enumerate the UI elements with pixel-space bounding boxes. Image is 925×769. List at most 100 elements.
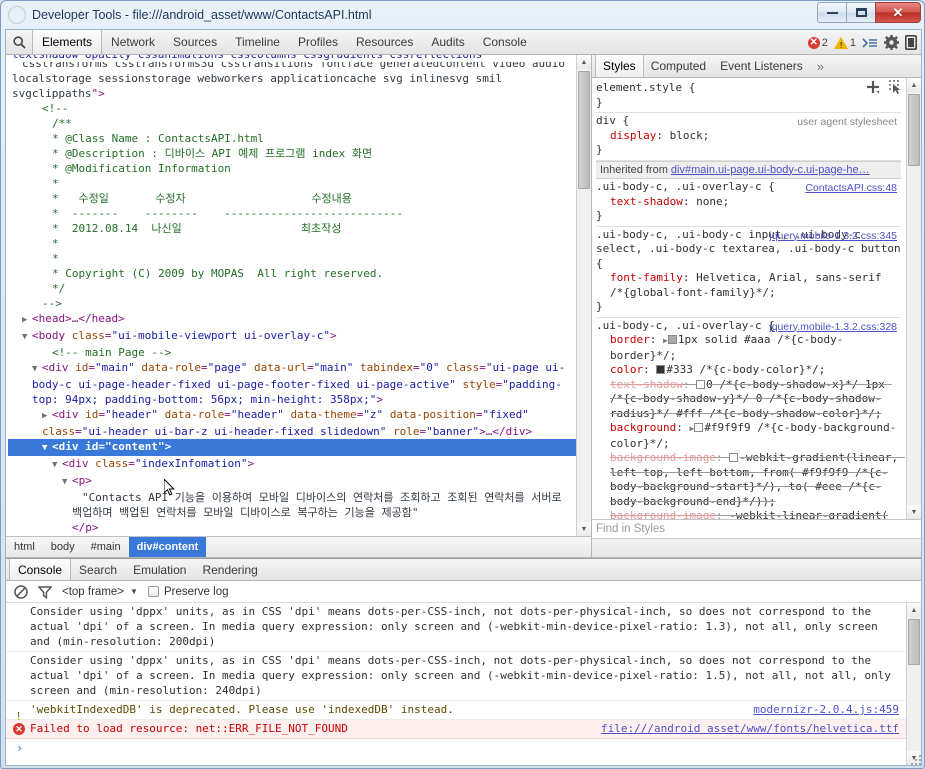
style-rule[interactable]: div {user agent stylesheetdisplay: block… — [596, 113, 901, 161]
dom-tree-scrollbar[interactable]: ▲ ▼ — [576, 55, 591, 536]
color-swatch[interactable] — [729, 453, 738, 462]
style-rule-selector[interactable]: .ui-body-c, .ui-overlay-c {jquery.mobile… — [596, 319, 901, 334]
style-rule[interactable]: .ui-body-c, .ui-overlay-c {jquery.mobile… — [596, 318, 901, 521]
tree-disclosure-triangle[interactable] — [22, 313, 32, 328]
dom-tree-line[interactable]: * — [8, 251, 578, 266]
dom-tree-line[interactable]: <head>…</head> — [8, 311, 578, 328]
console-scroll-thumb[interactable] — [908, 619, 920, 665]
color-swatch[interactable] — [668, 335, 677, 344]
tab-sources[interactable]: Sources — [164, 30, 226, 54]
toggle-drawer-icon[interactable] — [862, 37, 878, 49]
scroll-down-icon[interactable]: ▼ — [577, 522, 591, 536]
console-scroll-up-icon[interactable]: ▲ — [907, 603, 921, 617]
inherited-from-link[interactable]: div#main.ui-page.ui-body-c.ui-page-he… — [671, 164, 870, 176]
filter-icon[interactable] — [38, 585, 52, 599]
dom-tree-line[interactable]: "Contacts API 기능을 이용하여 모바일 디바이스의 연락처를 조회… — [8, 490, 578, 520]
breadcrumb-item-body[interactable]: body — [43, 537, 83, 557]
styles-scrollbar[interactable]: ▲ ▼ — [906, 78, 921, 519]
dom-tree-line[interactable]: * @Description : 디바이스 API 예제 프로그램 index … — [8, 146, 578, 161]
console-message[interactable]: Consider using 'dppx' units, as in CSS '… — [6, 652, 921, 701]
dom-tree-line[interactable]: <body class="ui-mobile-viewport ui-overl… — [8, 328, 578, 345]
inherited-from-header[interactable]: Inherited from div#main.ui-page.ui-body-… — [596, 161, 901, 180]
dom-tree-line[interactable]: * ------- -------- ---------------------… — [8, 206, 578, 221]
dom-tree-line-selected[interactable]: <div id="content"> — [8, 439, 578, 456]
console-scrollbar[interactable]: ▲ ▼ — [906, 603, 921, 765]
color-swatch[interactable] — [696, 380, 705, 389]
style-rule-selector[interactable]: .ui-body-c, .ui-overlay-c {ContactsAPI.c… — [596, 180, 901, 195]
close-button[interactable]: ✕ — [875, 2, 921, 23]
console-messages-container[interactable]: Consider using 'dppx' units, as in CSS '… — [6, 603, 921, 765]
tab-computed[interactable]: Computed — [644, 55, 713, 77]
scroll-up-icon[interactable]: ▲ — [577, 55, 591, 69]
style-declaration[interactable]: background-image: -webkit-linear-gradien… — [596, 509, 901, 520]
clear-console-icon[interactable] — [14, 585, 28, 599]
breadcrumb-item-main[interactable]: #main — [83, 537, 129, 557]
minimize-button[interactable] — [817, 2, 847, 23]
style-rule[interactable]: .ui-body-c, .ui-body-c input, .ui-body-c… — [596, 227, 901, 318]
search-icon[interactable] — [6, 30, 32, 54]
style-rule[interactable]: .ui-body-c, .ui-overlay-c {ContactsAPI.c… — [596, 179, 901, 227]
style-declaration[interactable]: background-image: -webkit-gradient(linea… — [596, 451, 901, 509]
console-message[interactable]: ✕Failed to load resource: net::ERR_FILE_… — [6, 720, 921, 739]
style-declaration[interactable]: border: ▶1px solid #aaa /*{c-body-border… — [596, 333, 901, 363]
dom-tree-line[interactable]: <div class="indexInfomation"> — [8, 456, 578, 473]
breadcrumb-item-html[interactable]: html — [6, 537, 43, 557]
tab-rendering-drawer[interactable]: Rendering — [194, 559, 265, 580]
dom-tree-line[interactable]: <div id="main" data-role="page" data-url… — [8, 360, 578, 407]
preserve-log-checkbox[interactable] — [148, 586, 159, 597]
tab-profiles[interactable]: Profiles — [289, 30, 347, 54]
dom-tree-line[interactable]: * @Modification Information — [8, 161, 578, 176]
style-rule-selector[interactable]: .ui-body-c, .ui-body-c input, .ui-body-c… — [596, 228, 901, 272]
styles-scroll-up-icon[interactable]: ▲ — [907, 78, 921, 92]
dom-tree-line[interactable]: * — [8, 236, 578, 251]
tree-disclosure-triangle[interactable] — [42, 409, 52, 424]
maximize-button[interactable] — [846, 2, 876, 23]
tab-styles[interactable]: Styles — [595, 55, 644, 77]
console-prompt[interactable]: › — [6, 739, 921, 757]
style-rule-selector[interactable]: div {user agent stylesheet — [596, 114, 901, 129]
color-swatch[interactable] — [694, 423, 703, 432]
preserve-log-toggle[interactable]: Preserve log — [148, 586, 229, 598]
gear-icon[interactable] — [884, 35, 899, 50]
tree-disclosure-triangle[interactable] — [22, 330, 32, 345]
tree-disclosure-triangle[interactable] — [62, 475, 72, 490]
scroll-thumb[interactable] — [578, 71, 590, 189]
console-message[interactable]: Consider using 'dppx' units, as in CSS '… — [6, 603, 921, 652]
dom-tree-line[interactable]: </p> — [8, 520, 578, 535]
tab-console[interactable]: Console — [474, 30, 536, 54]
style-source-link[interactable]: jquery.mobile-1.3.2.css:345 — [769, 229, 897, 244]
breadcrumb-item-div-content[interactable]: div#content — [129, 537, 207, 557]
style-declaration[interactable]: color: #333 /*{c-body-color}*/; — [596, 363, 901, 378]
dom-tree-line[interactable]: */ — [8, 281, 578, 296]
add-style-rule-icon[interactable] — [866, 80, 880, 97]
tab-event-listeners[interactable]: Event Listeners — [713, 55, 810, 77]
dom-tree-line[interactable]: <p> — [8, 473, 578, 490]
tab-elements[interactable]: Elements — [32, 30, 102, 54]
color-swatch[interactable] — [656, 365, 665, 374]
tree-disclosure-triangle[interactable] — [32, 362, 42, 377]
dom-tree-line[interactable]: /** — [8, 116, 578, 131]
dock-to-side-icon[interactable] — [905, 35, 917, 50]
find-in-styles-input[interactable]: Find in Styles — [592, 520, 921, 539]
console-message-source-link[interactable]: file:///android asset/www/fonts/helvetic… — [601, 721, 899, 736]
tab-timeline[interactable]: Timeline — [226, 30, 289, 54]
error-count-badge[interactable]: ✕ 2 — [808, 37, 828, 49]
dom-tree-line[interactable]: <!-- — [8, 101, 578, 116]
dom-tree-container[interactable]: csstransforms csstransforms3d csstransit… — [6, 55, 591, 537]
window-resize-grip[interactable] — [910, 754, 922, 766]
dom-tree-line[interactable]: * Copyright (C) 2009 by MOPAS All right … — [8, 266, 578, 281]
warning-count-badge[interactable]: ! 1 — [834, 37, 856, 49]
dom-tree-line[interactable]: <div id="header" data-role="header" data… — [8, 407, 578, 439]
tab-emulation-drawer[interactable]: Emulation — [125, 559, 194, 580]
tab-network[interactable]: Network — [102, 30, 164, 54]
style-declaration[interactable]: text-shadow: 0 /*{c-body-shadow-x}*/ 1px… — [596, 378, 901, 422]
dom-tree-line[interactable]: <!-- main Page --> — [8, 345, 578, 360]
style-rule-selector[interactable]: element.style { — [596, 81, 901, 96]
frame-selector[interactable]: <top frame> ▼ — [62, 586, 138, 598]
console-message-source-link[interactable]: modernizr-2.0.4.js:459 — [753, 702, 899, 717]
dom-tree-line[interactable]: csstransforms csstransforms3d csstransit… — [8, 56, 578, 101]
console-message[interactable]: 'webkitIndexedDB' is deprecated. Please … — [6, 701, 921, 720]
toggle-element-state-icon[interactable] — [889, 80, 903, 97]
style-declaration[interactable]: background: ▶#f9f9f9 /*{c-body-backgroun… — [596, 421, 901, 451]
dom-tree-line[interactable]: --> — [8, 296, 578, 311]
